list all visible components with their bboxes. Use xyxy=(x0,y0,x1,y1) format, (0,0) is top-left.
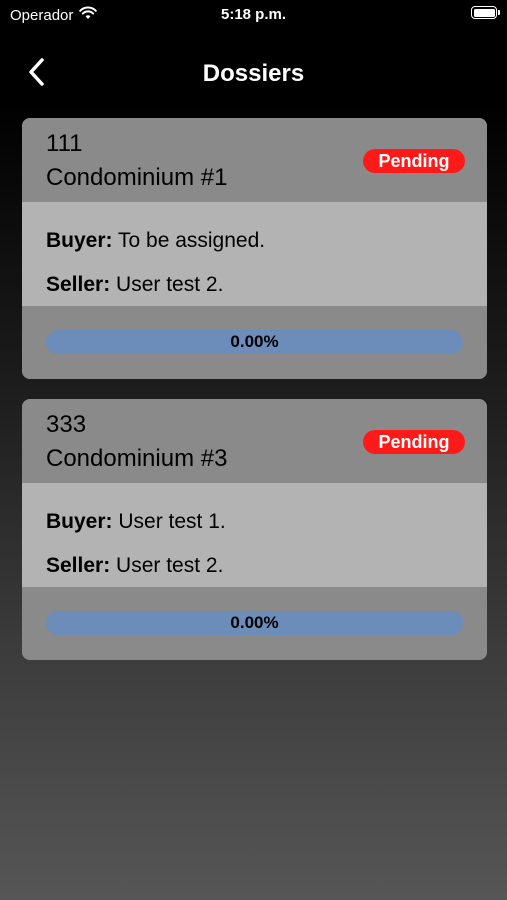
status-badge: Pending xyxy=(363,149,465,173)
buyer-value: To be assigned. xyxy=(118,229,266,252)
dossier-code: 333 xyxy=(46,411,87,438)
status-time: 5:18 p.m. xyxy=(220,6,287,23)
seller-label: Seller: xyxy=(46,273,111,296)
seller-label: Seller: xyxy=(46,554,111,577)
seller-value: User test 2. xyxy=(116,273,224,296)
progress-text: 0.00% xyxy=(230,613,279,632)
status-bar: Operador 5:18 p.m. xyxy=(0,0,507,30)
dossier-card[interactable]: 333 Condominium #3 Pending Buyer: User t… xyxy=(22,399,487,660)
progress-text: 0.00% xyxy=(230,332,279,351)
dossier-code: 111 xyxy=(46,130,83,157)
battery-icon xyxy=(471,6,500,19)
dossier-name: Condominium #3 xyxy=(46,445,228,472)
dossier-name: Condominium #1 xyxy=(46,164,228,191)
page-title: Dossiers xyxy=(202,60,305,87)
nav-bar: Dossiers xyxy=(0,50,507,98)
seller-row: Seller: User test 2. xyxy=(46,273,223,297)
buyer-row: Buyer: To be assigned. xyxy=(46,229,265,253)
dossier-card-footer: 0.00% xyxy=(22,587,487,660)
dossier-card-header: 333 Condominium #3 Pending xyxy=(22,399,487,483)
seller-row: Seller: User test 2. xyxy=(46,554,223,578)
dossier-card-footer: 0.00% xyxy=(22,306,487,379)
dossier-card-body: Buyer: User test 1. Seller: User test 2. xyxy=(22,483,487,587)
progress-bar: 0.00% xyxy=(46,330,463,354)
dossier-card-header: 111 Condominium #1 Pending xyxy=(22,118,487,202)
buyer-row: Buyer: User test 1. xyxy=(46,510,226,534)
progress-bar: 0.00% xyxy=(46,611,463,635)
status-badge: Pending xyxy=(363,430,465,454)
buyer-label: Buyer: xyxy=(46,510,113,533)
buyer-value: User test 1. xyxy=(118,510,226,533)
dossier-card[interactable]: 111 Condominium #1 Pending Buyer: To be … xyxy=(22,118,487,379)
seller-value: User test 2. xyxy=(116,554,224,577)
buyer-label: Buyer: xyxy=(46,229,113,252)
dossier-card-body: Buyer: To be assigned. Seller: User test… xyxy=(22,202,487,306)
